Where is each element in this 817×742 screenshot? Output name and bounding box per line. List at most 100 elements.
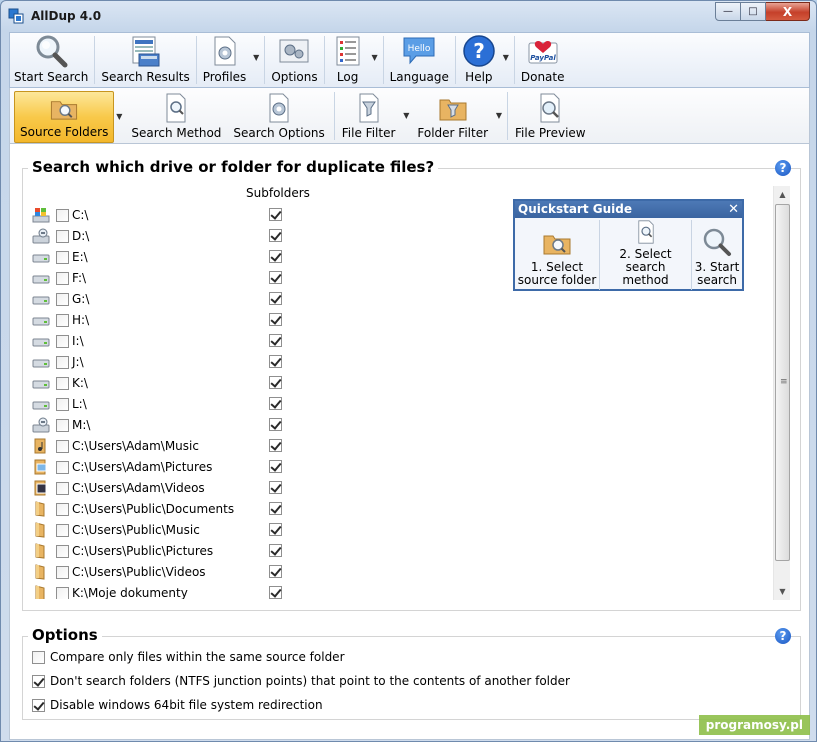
drive-row[interactable]: C:\Users\Adam\Pictures [32,457,302,477]
drive-list-scrollbar[interactable]: ▲ ≡ ▼ [773,186,790,600]
option-row[interactable]: Compare only files within the same sourc… [32,648,345,666]
quickstart-step-start-search[interactable]: 3. Start search [692,220,742,290]
maximize-button[interactable]: □ [741,2,766,21]
donate-button[interactable]: PayPal Donate [517,33,569,87]
chevron-down-icon[interactable]: ▼ [496,111,502,120]
chevron-down-icon[interactable]: ▼ [503,53,509,62]
chevron-down-icon[interactable]: ▼ [116,112,122,121]
tab-search-options[interactable]: Search Options [228,91,329,143]
subfolders-checkbox[interactable] [269,586,282,599]
drive-row[interactable]: E:\ [32,247,302,267]
drive-row[interactable]: C:\Users\Public\Videos [32,562,302,582]
help-icon[interactable]: ? [775,628,791,644]
drive-checkbox[interactable] [56,524,69,537]
drive-row[interactable]: C:\Users\Public\Pictures [32,541,302,561]
drive-row[interactable]: G:\ [32,289,302,309]
subfolders-checkbox[interactable] [269,460,282,473]
drive-row[interactable]: C:\ [32,205,302,225]
drive-checkbox[interactable] [56,545,69,558]
close-button[interactable]: X [766,2,810,21]
scroll-thumb[interactable]: ≡ [775,204,790,561]
subfolders-checkbox[interactable] [269,439,282,452]
subfolders-checkbox[interactable] [269,313,282,326]
quickstart-step-search-method[interactable]: 2. Select search method [600,220,692,290]
language-icon: Hello [403,37,435,65]
drive-checkbox[interactable] [56,482,69,495]
drive-row[interactable]: C:\Users\Adam\Videos [32,478,302,498]
subfolders-checkbox[interactable] [269,565,282,578]
option-checkbox[interactable] [32,674,45,688]
drive-checkbox[interactable] [56,398,69,411]
drive-row[interactable]: D:\ [32,226,302,246]
drive-row[interactable]: M:\ [32,415,302,435]
drive-checkbox[interactable] [56,293,69,306]
tab-folder-filter[interactable]: Folder Filter ▼ [412,91,502,143]
drive-row[interactable]: K:\ [32,373,302,393]
drive-checkbox[interactable] [56,587,69,599]
start-search-button[interactable]: Start Search [10,33,92,87]
option-checkbox[interactable] [32,650,45,664]
scroll-up-icon[interactable]: ▲ [774,186,791,203]
drive-checkbox[interactable] [56,503,69,516]
minimize-button[interactable]: — [715,2,741,21]
drive-checkbox[interactable] [56,272,69,285]
drive-path: D:\ [72,229,90,243]
drive-checkbox[interactable] [56,335,69,348]
drive-row[interactable]: C:\Users\Adam\Music [32,436,302,456]
drive-row[interactable]: K:\Moje dokumenty [32,583,302,599]
drive-row[interactable]: F:\ [32,268,302,288]
drive-checkbox[interactable] [56,566,69,579]
close-icon[interactable]: ✕ [728,201,739,218]
drive-row[interactable]: C:\Users\Public\Music [32,520,302,540]
scroll-down-icon[interactable]: ▼ [774,583,791,600]
help-icon[interactable]: ? [775,160,791,176]
language-button[interactable]: Hello Language [386,33,453,87]
subfolders-checkbox[interactable] [269,376,282,389]
drive-checkbox[interactable] [56,377,69,390]
tab-file-preview[interactable]: File Preview [510,91,591,143]
drive-checkbox[interactable] [56,419,69,432]
drive-checkbox[interactable] [56,251,69,264]
drive-checkbox[interactable] [56,440,69,453]
options-button[interactable]: Options [267,33,321,87]
drive-row[interactable]: I:\ [32,331,302,351]
option-row[interactable]: Don't search folders (NTFS junction poin… [32,672,570,690]
drive-checkbox[interactable] [56,230,69,243]
subfolders-checkbox[interactable] [269,523,282,536]
videos-folder-icon [32,480,50,496]
drive-checkbox[interactable] [56,209,69,222]
subfolders-checkbox[interactable] [269,208,282,221]
quickstart-step-source-folder[interactable]: 1. Select source folder [515,220,600,290]
subfolders-checkbox[interactable] [269,250,282,263]
tab-file-filter[interactable]: File Filter ▼ [337,91,409,143]
drive-row[interactable]: L:\ [32,394,302,414]
drive-checkbox[interactable] [56,314,69,327]
subfolders-checkbox[interactable] [269,544,282,557]
drive-checkbox[interactable] [56,461,69,474]
drive-checkbox[interactable] [56,356,69,369]
option-row[interactable]: Disable windows 64bit file system redire… [32,696,323,714]
chevron-down-icon[interactable]: ▼ [253,53,259,62]
subfolders-checkbox[interactable] [269,502,282,515]
drive-row[interactable]: J:\ [32,352,302,372]
help-button[interactable]: ? Help ▼ [458,33,509,87]
subfolders-checkbox[interactable] [269,355,282,368]
subfolders-checkbox[interactable] [269,481,282,494]
subfolders-checkbox[interactable] [269,397,282,410]
option-checkbox[interactable] [32,698,45,712]
log-button[interactable]: Log ▼ [327,33,378,87]
chevron-down-icon[interactable]: ▼ [371,53,377,62]
drive-path: I:\ [72,334,84,348]
profiles-button[interactable]: Profiles ▼ [199,33,259,87]
subfolders-checkbox[interactable] [269,229,282,242]
tab-search-method[interactable]: Search Method [126,91,226,143]
subfolders-checkbox[interactable] [269,292,282,305]
subfolders-checkbox[interactable] [269,271,282,284]
subfolders-checkbox[interactable] [269,334,282,347]
chevron-down-icon[interactable]: ▼ [403,111,409,120]
tab-source-folders[interactable]: Source Folders ▼ [14,91,122,143]
subfolders-checkbox[interactable] [269,418,282,431]
search-results-button[interactable]: Search Results [97,33,193,87]
drive-row[interactable]: C:\Users\Public\Documents [32,499,302,519]
drive-row[interactable]: H:\ [32,310,302,330]
